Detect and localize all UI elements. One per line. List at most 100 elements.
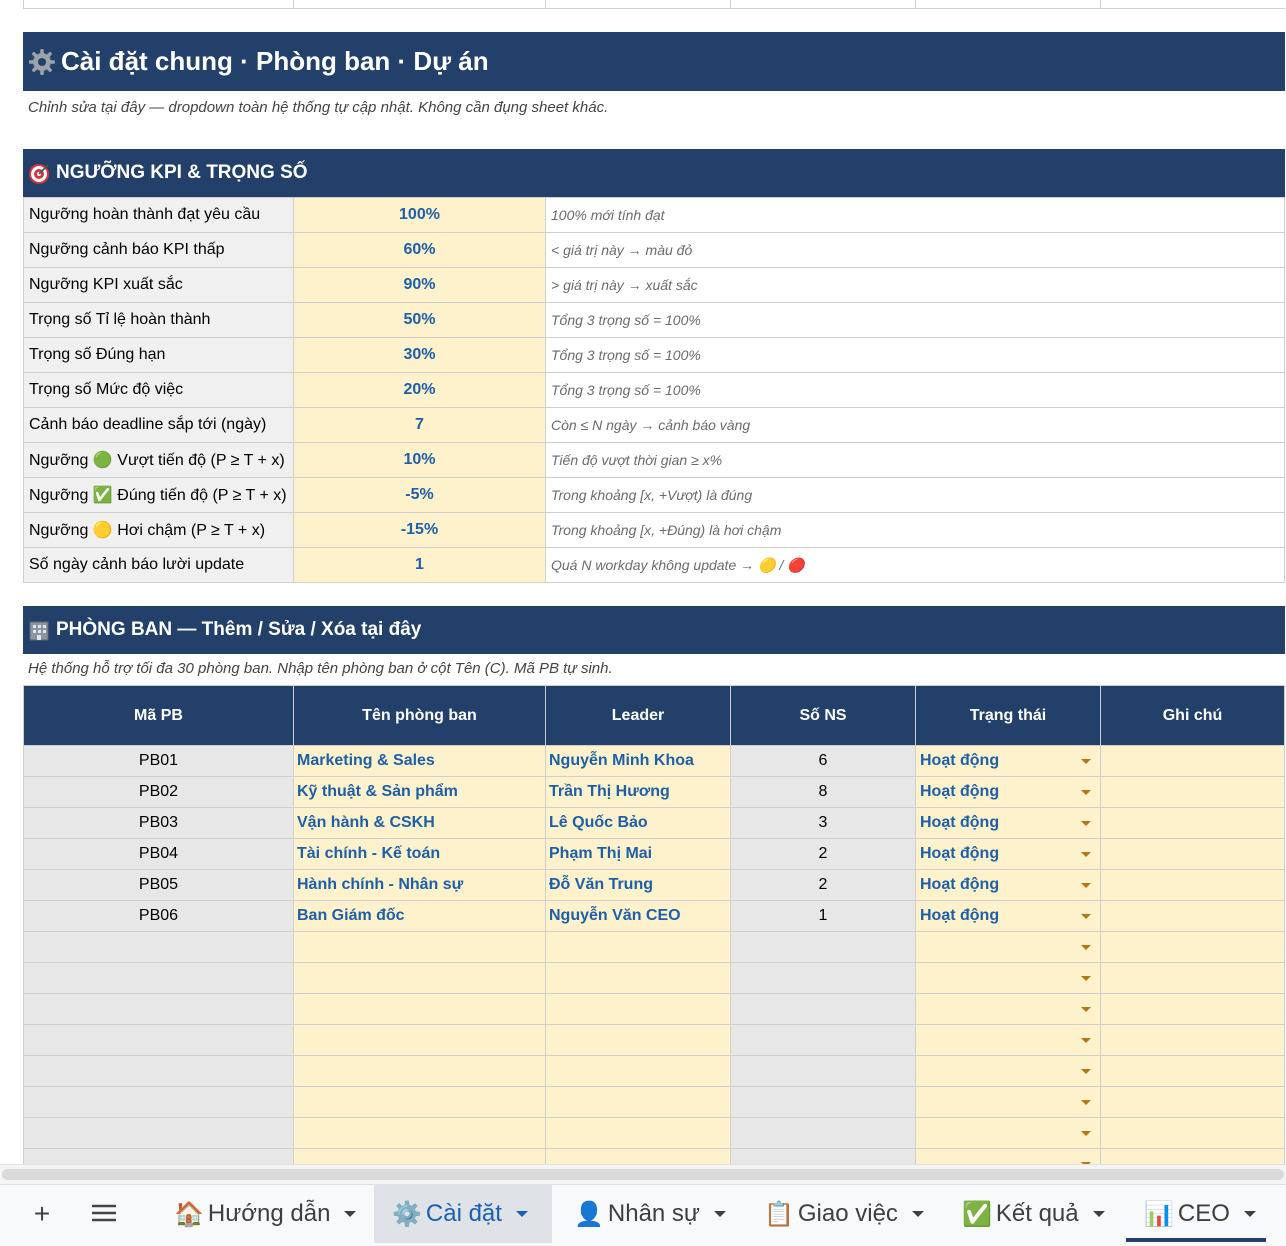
dept-name-cell[interactable]: Hành chính - Nhân sự [293,869,546,901]
sheet-tab[interactable]: 👤 Nhân sự [556,1185,742,1243]
horizontal-scrollbar[interactable] [0,1164,1286,1184]
dropdown-caret-icon[interactable] [1081,852,1091,857]
kpi-note[interactable]: Trong khoảng [x, +Vượt) là đúng [545,477,1285,513]
dept-leader-cell[interactable]: Nguyễn Văn CEO [545,900,731,932]
chevron-down-icon[interactable] [1092,1211,1105,1217]
kpi-label[interactable]: Ngưỡng 🟢 Vượt tiến độ (P ≥ T + x) [23,442,294,478]
dept-status-dropdown[interactable] [915,1086,1101,1118]
dept-count-cell[interactable] [730,1086,916,1118]
dept-note-cell[interactable] [1100,962,1285,994]
kpi-value[interactable]: 20% [293,372,546,408]
dept-leader-cell[interactable] [545,1086,731,1118]
dept-note-cell[interactable] [1100,1086,1285,1118]
scrollbar-thumb[interactable] [2,1169,1284,1180]
dept-name-cell[interactable] [293,962,546,994]
dept-leader-cell[interactable] [545,1024,731,1056]
kpi-note[interactable]: Tiến độ vượt thời gian ≥ x% [545,442,1285,478]
col-header-note[interactable]: Ghi chú [1100,685,1285,746]
dept-leader-cell[interactable]: Đỗ Văn Trung [545,869,731,901]
kpi-value[interactable]: 90% [293,267,546,303]
sheet-tab[interactable]: 🏠 Hướng dẫn [156,1185,370,1243]
kpi-value[interactable]: 100% [293,197,546,233]
dept-status-dropdown[interactable]: Hoạt động [915,776,1101,808]
dept-leader-cell[interactable] [545,931,731,963]
dept-note-cell[interactable] [1100,993,1285,1025]
dept-code-cell[interactable]: PB01 [23,745,294,777]
dept-name-cell[interactable] [293,1148,546,1164]
dept-note-cell[interactable] [1100,807,1285,839]
dept-note-cell[interactable] [1100,1024,1285,1056]
dept-code-cell[interactable] [23,1117,294,1149]
kpi-note[interactable]: Quá N workday không update → 🟡 / 🔴 [545,547,1285,583]
dept-count-cell[interactable] [730,993,916,1025]
dropdown-caret-icon[interactable] [1081,1100,1091,1105]
dept-name-cell[interactable]: Tài chính - Kế toán [293,838,546,870]
dept-status-dropdown[interactable]: Hoạt động [915,745,1101,777]
col-header-status[interactable]: Trạng thái [915,685,1101,746]
dept-count-cell[interactable]: 3 [730,807,916,839]
dropdown-caret-icon[interactable] [1081,914,1091,919]
dept-status-dropdown[interactable]: Hoạt động [915,838,1101,870]
dept-count-cell[interactable] [730,962,916,994]
dept-status-dropdown[interactable] [915,931,1101,963]
dept-status-dropdown[interactable] [915,1055,1101,1087]
dept-leader-cell[interactable]: Lê Quốc Bảo [545,807,731,839]
dropdown-caret-icon[interactable] [1081,821,1091,826]
dept-note-cell[interactable] [1100,838,1285,870]
dept-code-cell[interactable] [23,1055,294,1087]
dept-status-dropdown[interactable]: Hoạt động [915,807,1101,839]
dept-count-cell[interactable] [730,1117,916,1149]
kpi-note[interactable]: Tổng 3 trọng số = 100% [545,372,1285,408]
kpi-label[interactable]: Ngưỡng 🟡 Hơi chậm (P ≥ T + x) [23,512,294,548]
dept-code-cell[interactable] [23,1086,294,1118]
dept-count-cell[interactable]: 6 [730,745,916,777]
dept-code-cell[interactable]: PB04 [23,838,294,870]
kpi-note[interactable]: Còn ≤ N ngày → cảnh báo vàng [545,407,1285,443]
dept-note-cell[interactable] [1100,1055,1285,1087]
dept-leader-cell[interactable] [545,962,731,994]
dropdown-caret-icon[interactable] [1081,1007,1091,1012]
kpi-label[interactable]: Trọng số Tỉ lệ hoàn thành [23,302,294,338]
dept-name-cell[interactable] [293,1055,546,1087]
dept-leader-cell[interactable] [545,1148,731,1164]
kpi-note[interactable]: Tổng 3 trọng số = 100% [545,302,1285,338]
dept-leader-cell[interactable] [545,1055,731,1087]
kpi-label[interactable]: Cảnh báo deadline sắp tới (ngày) [23,407,294,443]
sheet-tab[interactable]: 📊 CEO [1126,1185,1276,1243]
kpi-label[interactable]: Trọng số Đúng hạn [23,337,294,373]
col-header-code[interactable]: Mã PB [23,685,294,746]
dept-name-cell[interactable] [293,1024,546,1056]
kpi-label[interactable]: Số ngày cảnh báo lười update [23,547,294,583]
dept-name-cell[interactable] [293,1086,546,1118]
kpi-label[interactable]: Ngưỡng ✅ Đúng tiến độ (P ≥ T + x) [23,477,294,513]
dept-count-cell[interactable]: 2 [730,838,916,870]
dept-status-dropdown[interactable]: Hoạt động [915,900,1101,932]
kpi-label[interactable]: Trọng số Mức độ việc [23,372,294,408]
dept-code-cell[interactable] [23,931,294,963]
dept-count-cell[interactable]: 2 [730,869,916,901]
sheet-tab[interactable]: 📋 Giao việc [746,1185,940,1243]
col-header-count[interactable]: Số NS [730,685,916,746]
sheet-tab[interactable]: ✅ Kết quả [944,1185,1122,1243]
dropdown-caret-icon[interactable] [1081,790,1091,795]
sheet-tab[interactable]: ⚙️ Cài đặt [374,1185,552,1243]
chevron-down-icon[interactable] [515,1211,528,1217]
dropdown-caret-icon[interactable] [1081,1131,1091,1136]
dept-name-cell[interactable]: Vận hành & CSKH [293,807,546,839]
dept-note-cell[interactable] [1100,745,1285,777]
kpi-value[interactable]: 1 [293,547,546,583]
chevron-down-icon[interactable] [714,1211,726,1217]
dept-note-cell[interactable] [1100,1148,1285,1164]
dept-leader-cell[interactable]: Phạm Thị Mai [545,838,731,870]
chevron-down-icon[interactable] [344,1211,357,1217]
kpi-note[interactable]: < giá trị này → màu đỏ [545,232,1285,268]
dept-status-dropdown[interactable] [915,962,1101,994]
dept-code-cell[interactable] [23,1148,294,1164]
dept-code-cell[interactable]: PB03 [23,807,294,839]
dropdown-caret-icon[interactable] [1081,1038,1091,1043]
dept-leader-cell[interactable]: Nguyễn Minh Khoa [545,745,731,777]
dept-leader-cell[interactable]: Trần Thị Hương [545,776,731,808]
dept-code-cell[interactable] [23,993,294,1025]
kpi-note[interactable]: Trong khoảng [x, +Đúng) là hơi chậm [545,512,1285,548]
dept-note-cell[interactable] [1100,931,1285,963]
